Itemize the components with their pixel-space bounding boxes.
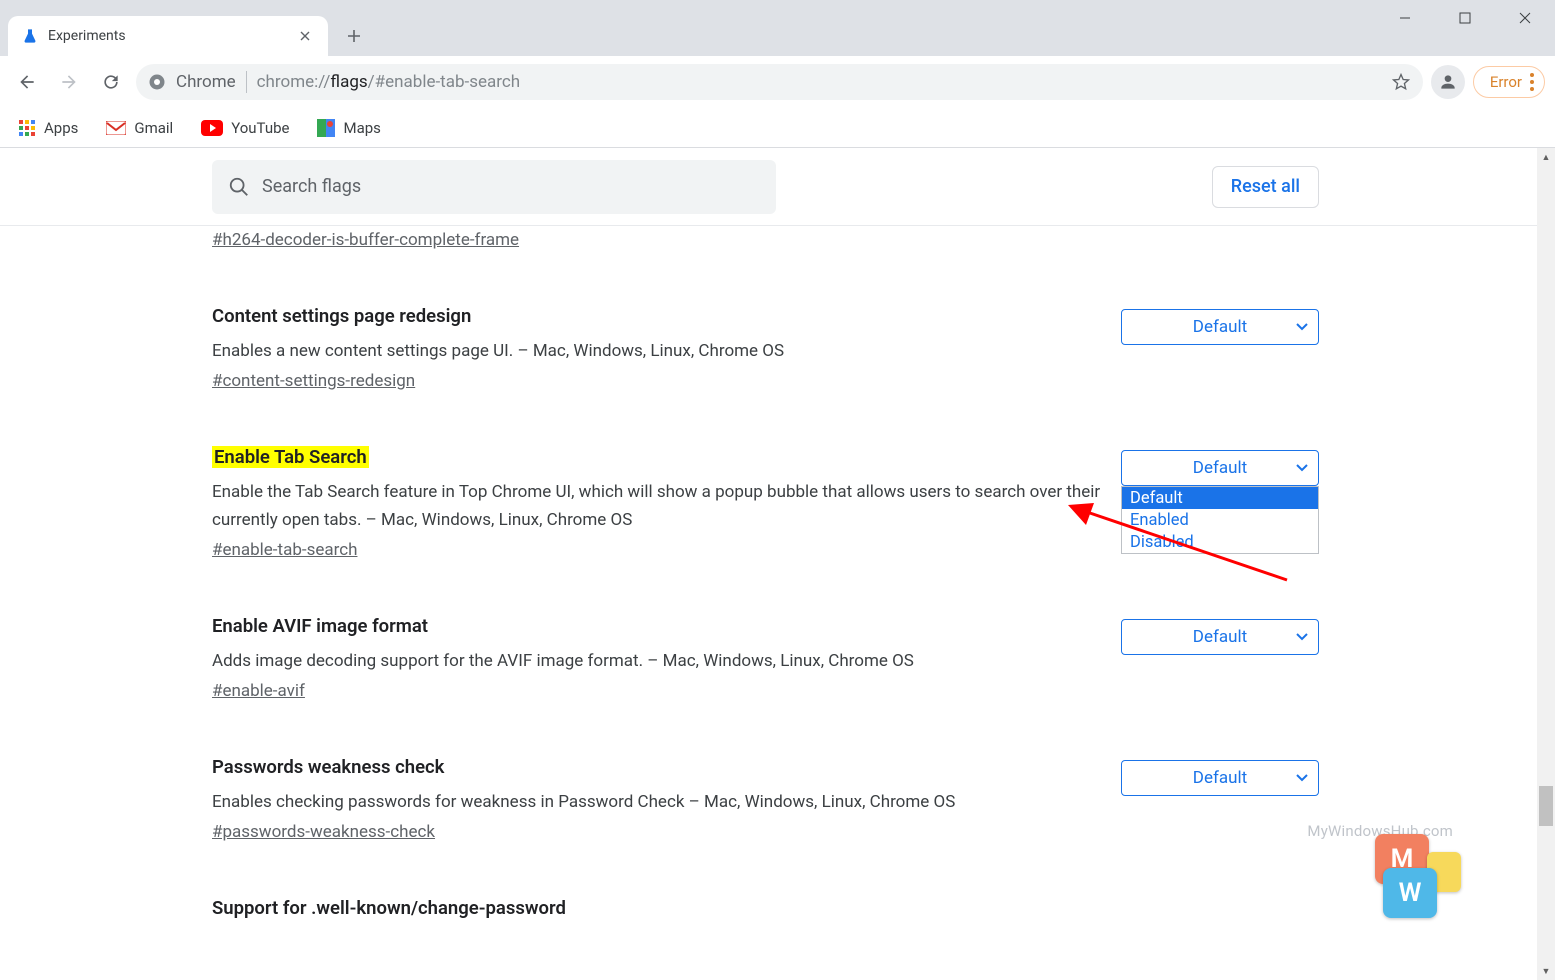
forward-button[interactable]: [52, 65, 86, 99]
maps-label: Maps: [343, 119, 380, 137]
flag-anchor[interactable]: #enable-avif: [212, 681, 305, 701]
window-controls: [1375, 0, 1555, 36]
flag-row-avif: Enable AVIF image format Adds image deco…: [212, 615, 1319, 701]
flag-anchor[interactable]: #content-settings-redesign: [212, 371, 415, 391]
error-label: Error: [1490, 73, 1522, 91]
chevron-down-icon: [1296, 464, 1308, 472]
youtube-label: YouTube: [231, 119, 289, 137]
kebab-menu-icon: [1530, 73, 1534, 91]
bookmark-gmail[interactable]: Gmail: [106, 119, 173, 137]
flag-select[interactable]: Default: [1121, 619, 1319, 655]
flag-anchor[interactable]: #passwords-weakness-check: [212, 822, 435, 842]
watermark-logo: M W: [1375, 834, 1465, 924]
flags-list: #h264-decoder-is-buffer-complete-frame C…: [0, 226, 1537, 980]
address-bar[interactable]: Chrome chrome://flags/#enable-tab-search: [136, 64, 1423, 100]
page-viewport: Search flags Reset all #h264-decoder-is-…: [0, 148, 1537, 980]
flag-select[interactable]: Default: [1121, 760, 1319, 796]
profile-button[interactable]: [1431, 65, 1465, 99]
flag-select-value: Default: [1193, 627, 1247, 647]
flag-anchor-h264[interactable]: #h264-decoder-is-buffer-complete-frame: [212, 230, 519, 250]
logo-w: W: [1383, 868, 1437, 918]
window-titlebar: Experiments: [0, 0, 1555, 56]
gmail-label: Gmail: [134, 119, 173, 137]
flag-select-value: Default: [1193, 458, 1247, 478]
apps-grid-icon: [18, 119, 36, 137]
search-flags-input[interactable]: Search flags: [212, 160, 776, 214]
search-placeholder: Search flags: [262, 176, 361, 197]
maps-icon: [317, 119, 335, 137]
chevron-down-icon: [1296, 774, 1308, 782]
flag-select-value: Default: [1193, 317, 1247, 337]
truncated-previous-flag: #h264-decoder-is-buffer-complete-frame: [212, 230, 1537, 250]
dropdown-option-default[interactable]: Default: [1122, 487, 1318, 509]
minimize-button[interactable]: [1375, 0, 1435, 36]
reset-all-button[interactable]: Reset all: [1212, 166, 1319, 208]
tab-title: Experiments: [48, 28, 126, 44]
bookmark-star-icon[interactable]: [1391, 72, 1411, 92]
bookmark-youtube[interactable]: YouTube: [201, 119, 289, 137]
new-tab-button[interactable]: [336, 18, 372, 54]
chevron-down-icon: [1296, 323, 1308, 331]
flag-anchor[interactable]: #enable-tab-search: [212, 540, 357, 560]
apps-shortcut[interactable]: Apps: [18, 119, 78, 137]
scrollbar-thumb[interactable]: [1539, 786, 1553, 826]
vertical-scrollbar[interactable]: ▲ ▼: [1537, 148, 1555, 980]
flask-icon: [22, 28, 38, 44]
reload-button[interactable]: [94, 65, 128, 99]
flag-row-content-settings: Content settings page redesign Enables a…: [212, 305, 1319, 391]
gmail-icon: [106, 121, 126, 135]
search-icon: [228, 176, 250, 198]
flag-row-passwords-weakness: Passwords weakness check Enables checkin…: [212, 756, 1319, 842]
tab-strip: Experiments: [0, 0, 372, 56]
chevron-down-icon: [1296, 633, 1308, 641]
flag-row-tab-search: Enable Tab Search Enable the Tab Search …: [212, 446, 1319, 560]
bookmark-maps[interactable]: Maps: [317, 119, 380, 137]
flag-description: Enable the Tab Search feature in Top Chr…: [212, 478, 1101, 534]
browser-toolbar: Chrome chrome://flags/#enable-tab-search…: [0, 56, 1555, 108]
scrollbar-up-icon[interactable]: ▲: [1537, 148, 1555, 166]
omnibox-divider: [246, 71, 247, 93]
back-button[interactable]: [10, 65, 44, 99]
flag-title: Enable AVIF image format: [212, 615, 428, 637]
flag-select-value: Default: [1193, 768, 1247, 788]
dropdown-option-disabled[interactable]: Disabled: [1122, 531, 1318, 553]
apps-label: Apps: [44, 119, 78, 137]
flag-row-change-password: Support for .well-known/change-password: [212, 897, 1319, 929]
scrollbar-down-icon[interactable]: ▼: [1537, 962, 1555, 980]
chrome-menu-error[interactable]: Error: [1473, 66, 1545, 98]
flag-title: Support for .well-known/change-password: [212, 897, 566, 919]
chrome-icon: [148, 73, 166, 91]
flag-title: Passwords weakness check: [212, 756, 444, 778]
flag-description: Enables a new content settings page UI. …: [212, 337, 1101, 365]
flag-title: Content settings page redesign: [212, 305, 471, 327]
flag-dropdown-open: Default Enabled Disabled: [1121, 486, 1319, 554]
close-window-button[interactable]: [1495, 0, 1555, 36]
flag-select[interactable]: Default: [1121, 309, 1319, 345]
youtube-icon: [201, 120, 223, 136]
dropdown-option-enabled[interactable]: Enabled: [1122, 509, 1318, 531]
maximize-button[interactable]: [1435, 0, 1495, 36]
flags-topbar: Search flags Reset all: [0, 148, 1537, 226]
flag-select[interactable]: Default: [1121, 450, 1319, 486]
flag-description: Enables checking passwords for weakness …: [212, 788, 1101, 816]
url-label: Chrome: [176, 72, 236, 92]
flag-description: Adds image decoding support for the AVIF…: [212, 647, 1101, 675]
close-tab-icon[interactable]: [296, 27, 314, 45]
url-text: chrome://flags/#enable-tab-search: [257, 72, 1381, 92]
flag-title: Enable Tab Search: [212, 446, 369, 468]
bookmarks-bar: Apps Gmail YouTube Maps: [0, 108, 1555, 148]
browser-tab-experiments[interactable]: Experiments: [8, 16, 328, 56]
